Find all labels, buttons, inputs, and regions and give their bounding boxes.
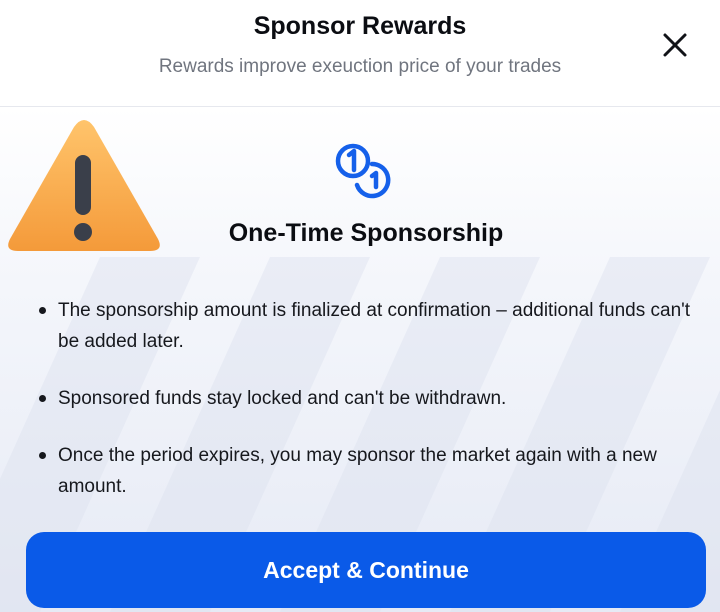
list-item: Once the period expires, you may sponsor… — [36, 440, 704, 502]
accept-continue-button[interactable]: Accept & Continue — [26, 532, 706, 608]
bullet-dot — [39, 452, 46, 459]
coins-icon — [335, 143, 391, 199]
bullet-dot — [39, 395, 46, 402]
list-item: Sponsored funds stay locked and can't be… — [36, 383, 704, 414]
close-button[interactable] — [656, 26, 694, 64]
modal-body: One-Time Sponsorship The sponsorship amo… — [0, 107, 720, 612]
modal-subtitle: Rewards improve exeuction price of your … — [158, 56, 562, 77]
sponsor-rewards-modal: Sponsor Rewards Rewards improve exeuctio… — [0, 0, 720, 612]
list-item-text: Sponsored funds stay locked and can't be… — [58, 388, 507, 409]
modal-header: Sponsor Rewards Rewards improve exeuctio… — [0, 0, 720, 107]
list-item-text: The sponsorship amount is finalized at c… — [58, 300, 691, 352]
bullet-dot — [39, 307, 46, 314]
info-list: The sponsorship amount is finalized at c… — [36, 295, 704, 528]
list-item: The sponsorship amount is finalized at c… — [36, 295, 704, 357]
modal-title: Sponsor Rewards — [253, 12, 467, 40]
close-icon — [663, 33, 687, 57]
list-item-text: Once the period expires, you may sponsor… — [58, 445, 657, 497]
section-heading: One-Time Sponsorship — [228, 219, 504, 247]
